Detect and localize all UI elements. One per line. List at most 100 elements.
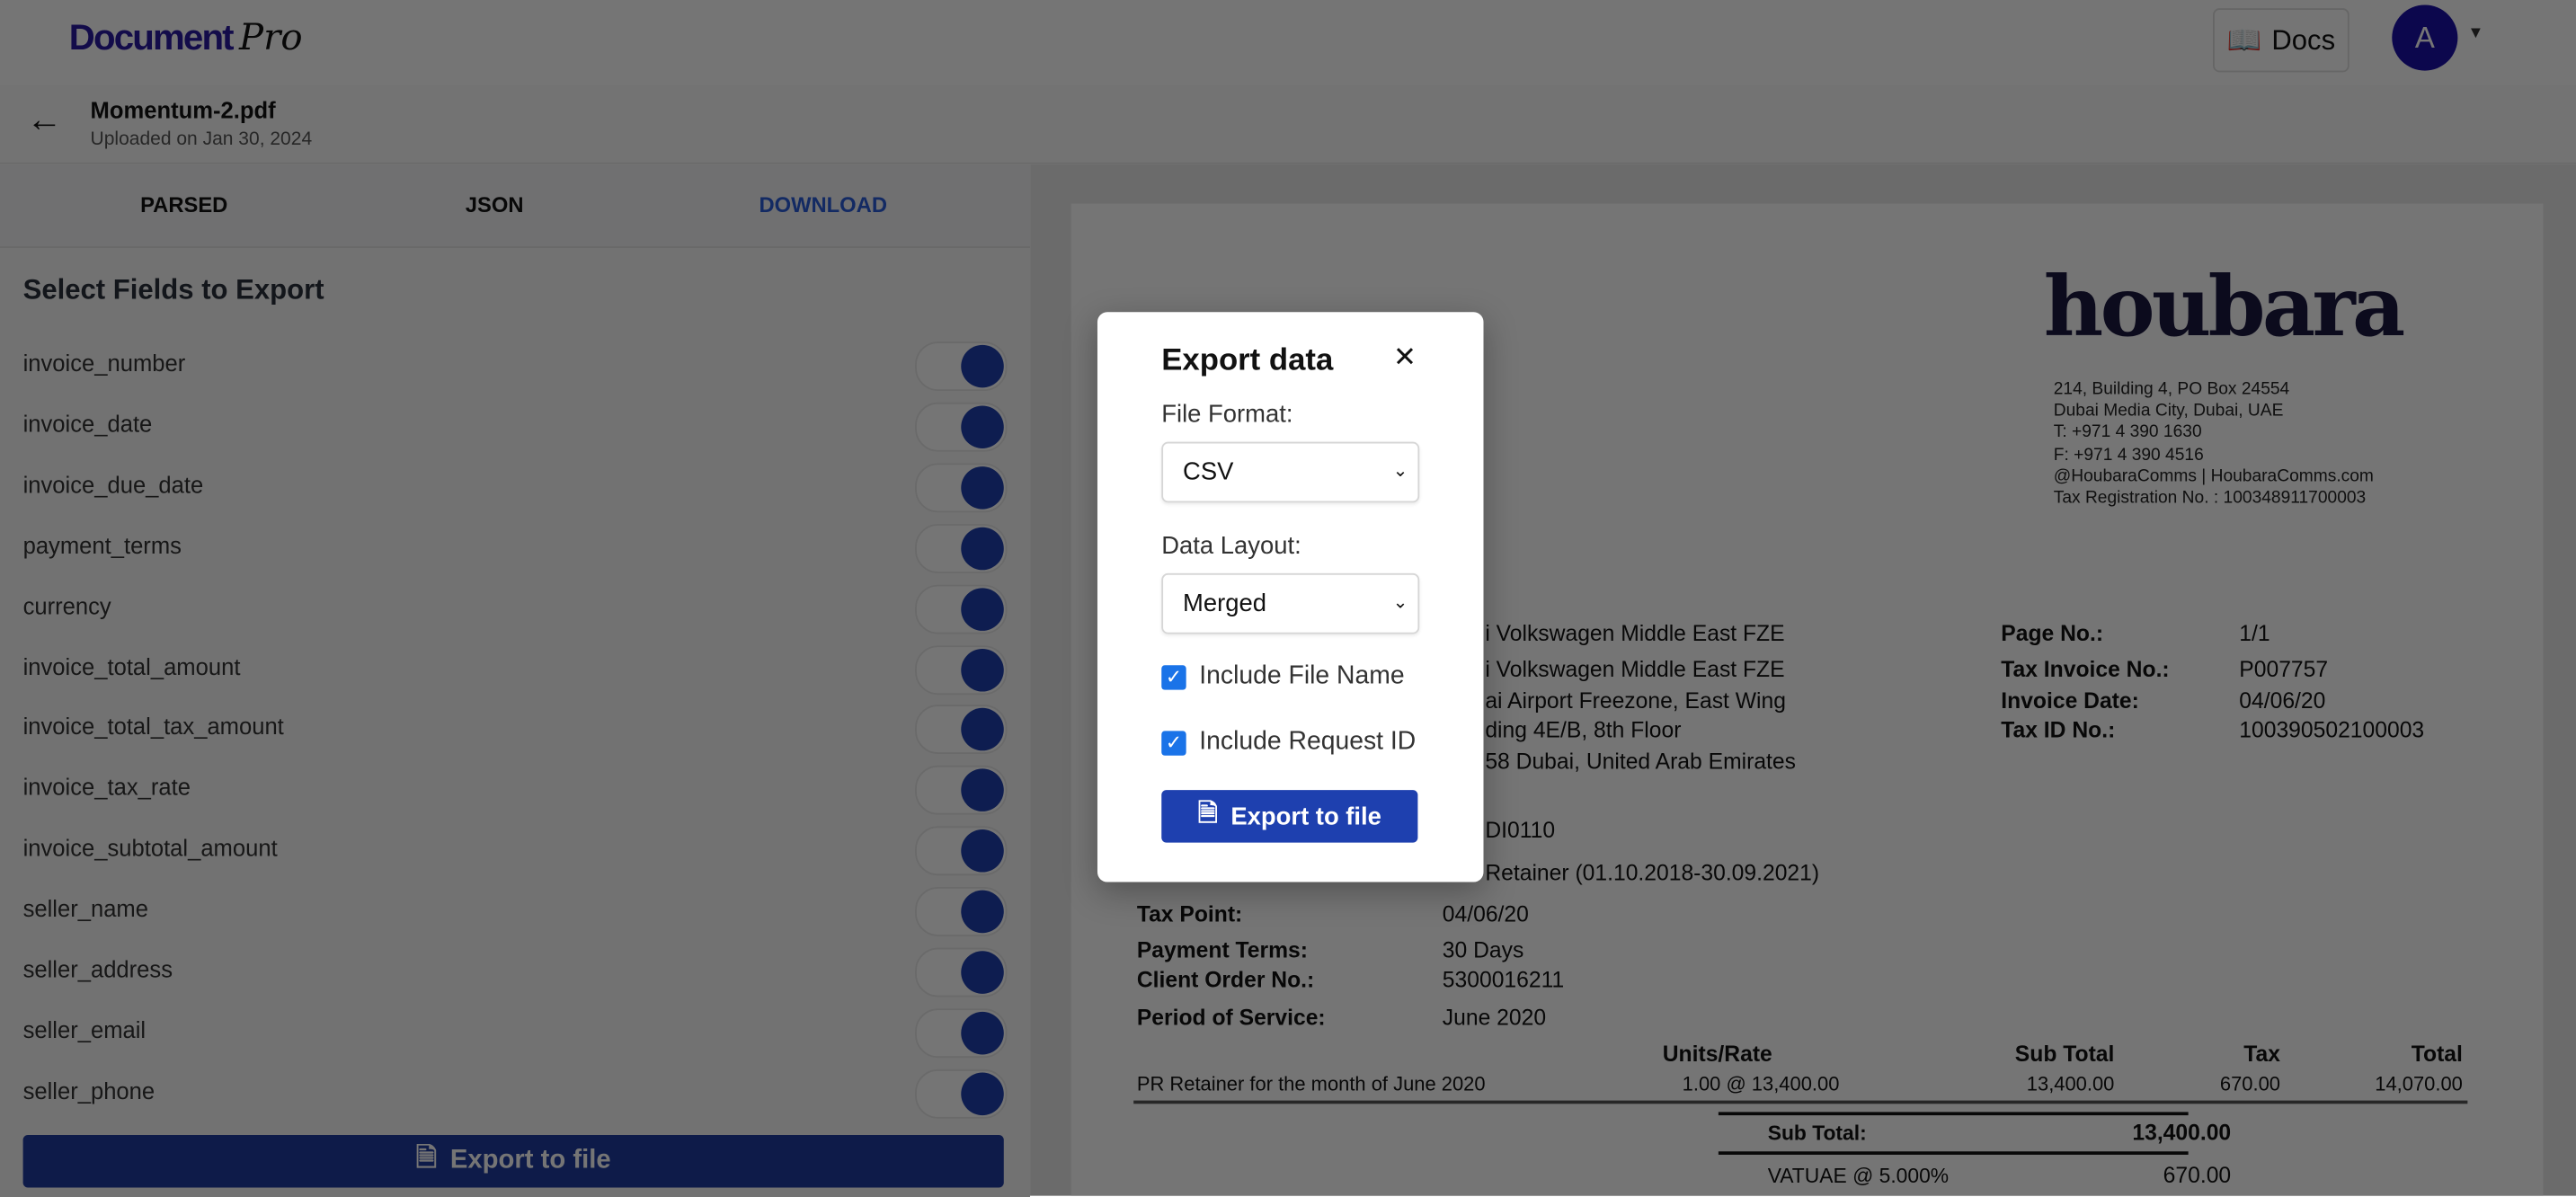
field-toggle[interactable] [915,1068,1008,1119]
totals-divider [1718,1151,2189,1155]
toggle-knob [961,648,1004,691]
field-toggle[interactable] [915,402,1008,452]
field-label: seller_phone [22,1077,155,1104]
toggle-knob [961,1011,1004,1055]
field-toggle[interactable] [915,1008,1008,1058]
file-format-label: File Format: [1161,400,1293,430]
toggle-knob [961,890,1004,934]
toggle-knob [961,708,1004,752]
tab-download[interactable]: DOWNLOAD [759,192,887,217]
doc-ref: DI0110 [1485,818,1556,843]
detail-label: Payment Terms: [1136,937,1309,963]
company-address-line: F: +971 4 390 4516 [2053,444,2204,465]
field-label: invoice_total_amount [22,652,241,679]
field-label: invoice_date [22,410,153,437]
chevron-down-icon: ⌄ [1392,461,1408,482]
docs-button[interactable]: 📖 Docs [2213,8,2349,73]
meta-label: Invoice Date: [2001,687,2139,714]
field-label: seller_name [22,895,148,922]
vat-label: VATUAE @ 5.000% [1767,1164,1950,1188]
meta-value: 04/06/20 [2239,687,2326,714]
tab-json[interactable]: JSON [466,192,524,217]
include-file-name-label: Include File Name [1199,661,1405,690]
field-label: invoice_due_date [22,471,204,498]
data-layout-label: Data Layout: [1161,532,1301,561]
field-label: payment_terms [22,531,182,558]
modal-export-label: Export to file [1230,802,1381,830]
file-format-value: CSV [1183,457,1234,487]
company-address-line: Tax Registration No. : 100348911700003 [2053,487,2367,508]
field-toggle[interactable] [915,887,1008,937]
close-icon[interactable]: ✕ [1393,341,1417,375]
client-address-line: i Volkswagen Middle East FZE [1485,620,1785,646]
detail-value: June 2020 [1442,1005,1547,1031]
field-toggle[interactable] [915,826,1008,876]
field-toggle[interactable] [915,947,1008,998]
field-toggle[interactable] [915,766,1008,816]
app-logo[interactable]: Document Pro [69,16,303,59]
field-label: invoice_number [22,350,186,377]
file-name: Momentum-2.pdf [90,96,276,124]
detail-label: Period of Service: [1136,1005,1326,1031]
detail-label: Tax Point: [1136,901,1243,927]
modal-export-button[interactable]: 🗎 Export to file [1161,790,1418,843]
field-toggle[interactable] [915,705,1008,755]
field-label: invoice_subtotal_amount [22,834,278,862]
tab-parsed[interactable]: PARSED [140,192,227,217]
file-export-icon: 🗎 [1197,799,1218,828]
meta-value: 100390502100003 [2239,717,2425,743]
field-label: currency [22,592,111,619]
file-format-select[interactable]: CSV ⌄ [1161,441,1420,503]
upload-date: Uploaded on Jan 30, 2024 [90,129,313,150]
meta-label: Page No.: [2001,620,2104,646]
meta-label: Tax Invoice No.: [2001,657,2170,682]
field-toggle[interactable] [915,583,1008,634]
avatar[interactable]: A [2392,4,2458,71]
toggle-knob [961,1072,1004,1115]
field-toggle[interactable] [915,463,1008,512]
top-header [0,0,2576,87]
row-sub-total: 13,400.00 [2026,1072,2115,1096]
checkbox-checked-icon[interactable]: ✓ [1161,730,1186,755]
book-icon: 📖 [2226,23,2262,56]
client-address-line: 58 Dubai, United Arab Emirates [1485,749,1796,774]
client-address-line: i Volkswagen Middle East FZE [1485,657,1785,682]
client-address-line: ai Airport Freezone, East Wing [1485,687,1786,714]
row-units-rate: 1.00 @ 13,400.00 [1682,1072,1840,1096]
col-tax: Tax [2243,1041,2280,1067]
toggle-knob [961,768,1004,812]
col-total: Total [2411,1041,2463,1067]
export-to-file-button[interactable]: 🗎 Export to file [22,1135,1004,1188]
table-divider [1133,1100,2468,1104]
toggle-knob [961,344,1004,388]
vat-value: 670.00 [2163,1163,2232,1188]
data-layout-select[interactable]: Merged ⌄ [1161,572,1420,634]
checkbox-checked-icon[interactable]: ✓ [1161,664,1186,689]
modal-title: Export data [1161,343,1334,378]
logo-script: Pro [239,18,303,59]
field-label: seller_email [22,1016,147,1043]
field-toggle[interactable] [915,523,1008,573]
back-arrow-icon[interactable]: ← [26,99,62,142]
field-label: invoice_total_tax_amount [22,713,284,740]
client-address-line: ding 4E/B, 8th Floor [1485,717,1682,743]
houbara-logo: houbara [2043,257,2405,355]
field-toggle[interactable] [915,644,1008,695]
field-label: invoice_tax_rate [22,774,191,801]
docs-label: Docs [2271,23,2336,56]
detail-label: Client Order No.: [1136,967,1315,992]
toggle-knob [961,829,1004,873]
field-label: seller_address [22,955,173,983]
row-total: 14,070.00 [2375,1072,2463,1096]
include-request-id-checkbox[interactable]: ✓ Include Request ID [1161,728,1416,758]
company-address-line: @HoubaraComms | HoubaraComms.com [2053,466,2374,486]
include-file-name-checkbox[interactable]: ✓ Include File Name [1161,661,1405,692]
file-bar [0,85,2576,164]
caret-down-icon[interactable]: ▼ [2467,24,2483,42]
col-units-rate: Units/Rate [1662,1041,1772,1067]
company-address-line: T: +971 4 390 1630 [2053,422,2202,443]
row-tax: 670.00 [2219,1072,2280,1096]
col-sub-total: Sub Total [2014,1041,2115,1067]
field-toggle[interactable] [915,341,1008,392]
meta-label: Tax ID No.: [2001,717,2116,743]
